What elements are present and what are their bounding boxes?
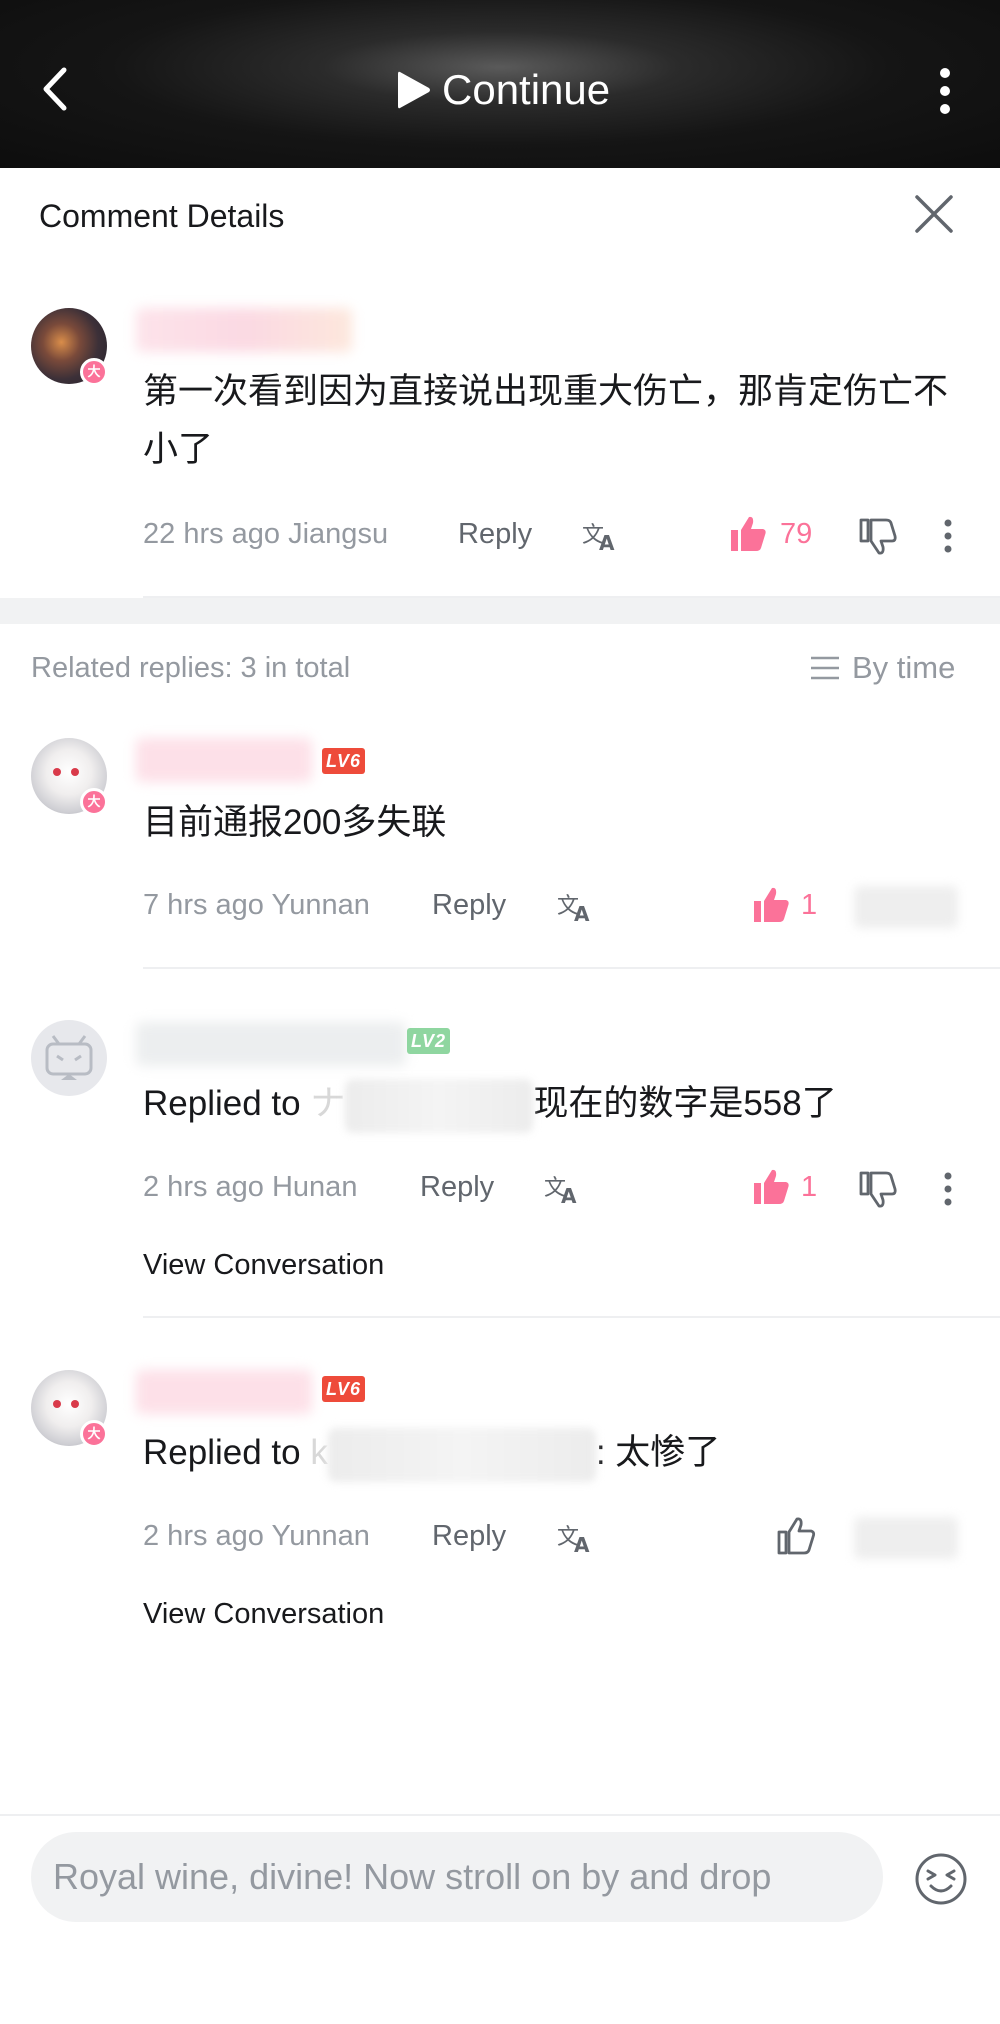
reply-button[interactable]: Reply <box>432 1520 506 1553</box>
reply-location: Yunnan <box>271 1520 370 1552</box>
video-player-bar: Continue <box>0 0 1000 168</box>
comment-more-icon[interactable] <box>942 518 954 554</box>
username[interactable] <box>136 1022 406 1066</box>
page-title: Comment Details <box>39 198 285 234</box>
replied-username[interactable] <box>327 1427 596 1482</box>
dislike-icon[interactable] <box>858 1169 898 1209</box>
like-icon[interactable] <box>751 885 791 925</box>
sort-by-time-button[interactable]: By time <box>810 650 955 686</box>
reply-text-line: Replied to k : 太惨了 <box>143 1424 720 1482</box>
blurred-actions <box>854 1517 958 1559</box>
replied-to-prefix: Replied to <box>143 1433 311 1472</box>
back-arrow-icon[interactable] <box>36 62 76 116</box>
level-badge: LV2 <box>407 1028 451 1054</box>
like-count: 1 <box>801 889 818 921</box>
replied-username-visible[interactable]: k <box>310 1433 328 1472</box>
reply-meta: 2 hrs ago Yunnan <box>143 1520 370 1553</box>
username[interactable] <box>136 738 312 782</box>
level-badge: LV6 <box>322 1376 366 1402</box>
translate-icon[interactable]: 文 A <box>557 1522 595 1554</box>
reply-more-icon[interactable] <box>942 1171 954 1207</box>
username[interactable] <box>136 1370 312 1414</box>
comment-location: Jiangsu <box>288 518 389 550</box>
reply-text: : 太惨了 <box>595 1433 721 1472</box>
comment-input-bar: Royal wine, divine! Now stroll on by and… <box>0 1814 1000 2024</box>
verified-badge: 大 <box>80 358 108 386</box>
replied-to-prefix: Replied to <box>143 1084 311 1123</box>
divider <box>143 967 1000 969</box>
close-icon[interactable] <box>912 192 956 236</box>
replied-username[interactable] <box>345 1078 534 1133</box>
translate-icon[interactable]: 文 A <box>582 520 620 552</box>
verified-badge: 大 <box>80 788 108 816</box>
reply-time: 2 hrs ago <box>143 1520 264 1552</box>
default-avatar-icon <box>45 1035 93 1080</box>
reply-time: 7 hrs ago <box>143 889 264 921</box>
reply-meta: 2 hrs ago Hunan <box>143 1171 357 1204</box>
blurred-actions <box>854 886 958 928</box>
reply-text: 目前通报200多失联 <box>143 803 447 842</box>
emoji-icon[interactable] <box>914 1852 968 1906</box>
svg-text:A: A <box>574 902 590 923</box>
dislike-icon[interactable] <box>858 516 898 556</box>
svg-text:A: A <box>574 1533 590 1554</box>
reply-button[interactable]: Reply <box>420 1171 494 1204</box>
reply-button[interactable]: Reply <box>458 518 532 551</box>
continue-button[interactable]: Continue <box>396 64 610 116</box>
like-count: 1 <box>801 1171 818 1203</box>
like-icon[interactable] <box>751 1167 791 1207</box>
comment-time: 22 hrs ago <box>143 518 281 550</box>
replies-count-label: Related replies: 3 in total <box>31 652 351 684</box>
reply-location: Hunan <box>271 1171 358 1203</box>
comment-input[interactable]: Royal wine, divine! Now stroll on by and… <box>31 1832 883 1922</box>
divider <box>143 1316 1000 1318</box>
continue-label: Continue <box>442 66 611 113</box>
reply-text-line: Replied to ナ 现在的数字是558了 <box>143 1075 837 1133</box>
list-sort-icon <box>811 656 839 680</box>
avatar[interactable] <box>31 1020 107 1096</box>
username[interactable] <box>136 308 352 352</box>
reply-text: 现在的数字是558了 <box>533 1084 837 1123</box>
replied-username-visible[interactable]: ナ <box>310 1084 345 1123</box>
translate-icon[interactable]: 文 A <box>557 891 595 923</box>
reply-location: Yunnan <box>271 889 370 921</box>
comment-text: 第一次看到因为直接说出现重大伤亡，那肯定伤亡不小了 <box>143 372 949 469</box>
view-conversation-link[interactable]: View Conversation <box>143 1249 384 1282</box>
comment-meta: 22 hrs ago Jiangsu <box>143 518 388 551</box>
like-icon[interactable] <box>776 1516 816 1556</box>
more-options-icon[interactable] <box>930 66 960 116</box>
section-divider <box>0 598 1000 624</box>
play-icon <box>398 71 430 109</box>
reply-time: 2 hrs ago <box>143 1171 264 1203</box>
like-icon[interactable] <box>728 514 768 554</box>
sort-label: By time <box>852 650 956 685</box>
comment-details-header: Comment Details <box>0 168 1000 258</box>
svg-text:A: A <box>561 1184 577 1205</box>
svg-text:A: A <box>599 531 615 552</box>
view-conversation-link[interactable]: View Conversation <box>143 1598 384 1631</box>
translate-icon[interactable]: 文 A <box>544 1173 582 1205</box>
reply-button[interactable]: Reply <box>432 889 506 922</box>
verified-badge: 大 <box>80 1420 108 1448</box>
reply-meta: 7 hrs ago Yunnan <box>143 889 370 922</box>
like-count: 79 <box>780 518 813 550</box>
level-badge: LV6 <box>322 748 366 774</box>
